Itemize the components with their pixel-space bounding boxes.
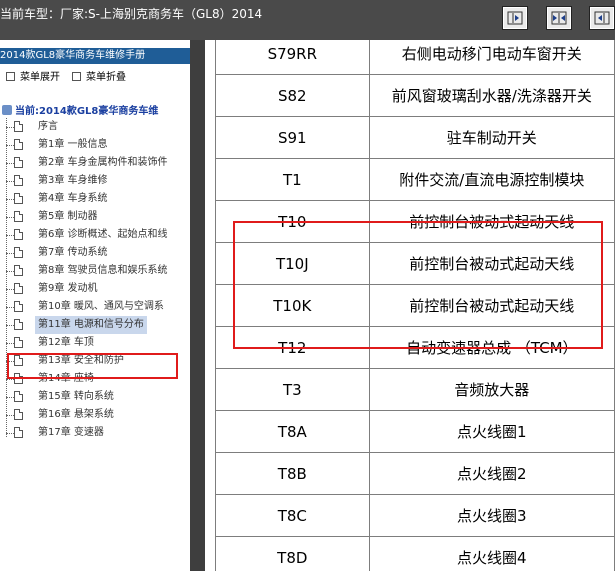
component-description: 点火线圈1 <box>368 410 615 453</box>
tree-item-label: 第11章 电源和信号分布 <box>35 316 147 334</box>
document-icon <box>14 121 23 132</box>
pane-splitter[interactable] <box>190 40 205 571</box>
tree-item-label: 第5章 制动器 <box>38 211 98 222</box>
tree-item-label: 第6章 诊断概述、起始点和线 <box>38 229 168 240</box>
tree-item-label: 第8章 驾驶员信息和娱乐系统 <box>38 265 168 276</box>
tree-item-chapter-4[interactable]: 第4章 车身系统 <box>6 190 190 208</box>
component-description: 点火线圈2 <box>368 452 615 495</box>
tree-item-chapter-10[interactable]: 第10章 暖风、通风与空调系 <box>6 298 190 316</box>
tree-item-preface[interactable]: 序言 <box>6 118 190 136</box>
document-icon <box>14 409 23 420</box>
tree-item-label: 第17章 变速器 <box>38 427 104 438</box>
tree-item-label: 第7章 传动系统 <box>38 247 108 258</box>
tree-item-label: 第4章 车身系统 <box>38 193 108 204</box>
component-code: T1 <box>215 158 370 201</box>
component-code: S79RR <box>215 40 370 75</box>
tree-item-chapter-5[interactable]: 第5章 制动器 <box>6 208 190 226</box>
tree-item-label: 第12章 车顶 <box>38 337 94 348</box>
tree-item-chapter-2[interactable]: 第2章 车身金属构件和装饰件 <box>6 154 190 172</box>
tree-item-label: 序言 <box>38 121 58 132</box>
tree-item-chapter-12[interactable]: 第12章 车顶 <box>6 334 190 352</box>
tree-item-chapter-3[interactable]: 第3章 车身维修 <box>6 172 190 190</box>
table-row: T8D 点火线圈4 <box>215 536 615 571</box>
document-icon <box>14 175 23 186</box>
tree-item-chapter-1[interactable]: 第1章 一般信息 <box>6 136 190 154</box>
component-table-pane: S79RR 右侧电动移门电动车窗开关 S82 前风窗玻璃刮水器/洗涤器开关 S9… <box>205 40 615 571</box>
expand-icon <box>6 72 15 81</box>
window-title: 当前车型：厂家:S-上海别克商务车（GL8）2014 <box>0 7 263 21</box>
document-icon <box>14 319 23 330</box>
component-description: 音频放大器 <box>368 368 615 411</box>
component-description: 前风窗玻璃刮水器/洗涤器开关 <box>368 74 615 117</box>
book-icon <box>2 105 12 115</box>
tree-item-chapter-17[interactable]: 第17章 变速器 <box>6 424 190 442</box>
tree-item-chapter-8[interactable]: 第8章 驾驶员信息和娱乐系统 <box>6 262 190 280</box>
table-row: S91 驻车制动开关 <box>215 116 615 159</box>
expand-menu-button[interactable]: 菜单展开 <box>6 68 60 83</box>
component-code: S82 <box>215 74 370 117</box>
document-icon <box>14 229 23 240</box>
tree-item-label: 第9章 发动机 <box>38 283 98 294</box>
title-bar: 当前车型：厂家:S-上海别克商务车（GL8）2014 <box>0 0 615 40</box>
document-icon <box>14 391 23 402</box>
table-row: T3 音频放大器 <box>215 368 615 411</box>
center-split-button[interactable] <box>546 6 572 30</box>
expand-right-button[interactable] <box>589 6 615 30</box>
document-icon <box>14 427 23 438</box>
tree-item-label: 第2章 车身金属构件和装饰件 <box>38 157 168 168</box>
expand-right-icon <box>594 11 610 25</box>
component-code: T8A <box>215 410 370 453</box>
tree-item-label: 第15章 转向系统 <box>38 391 114 402</box>
collapse-icon <box>72 72 81 81</box>
center-split-icon <box>551 11 567 25</box>
document-icon <box>14 337 23 348</box>
component-code: T8C <box>215 494 370 537</box>
tree-item-chapter-7[interactable]: 第7章 传动系统 <box>6 244 190 262</box>
tree-item-label: 第3章 车身维修 <box>38 175 108 186</box>
collapse-left-icon <box>507 11 523 25</box>
tree-item-label: 第16章 悬架系统 <box>38 409 114 420</box>
document-icon <box>14 193 23 204</box>
component-code: T8D <box>215 536 370 571</box>
table-row: T8C 点火线圈3 <box>215 494 615 537</box>
document-icon <box>14 157 23 168</box>
tree-item-label: 第1章 一般信息 <box>38 139 108 150</box>
collapse-left-button[interactable] <box>502 6 528 30</box>
tree-item-label: 第10章 暖风、通风与空调系 <box>38 301 164 312</box>
tree-item-chapter-11[interactable]: 第11章 电源和信号分布 <box>6 316 190 334</box>
table-row: T1 附件交流/直流电源控制模块 <box>215 158 615 201</box>
tree-root[interactable]: 当前:2014款GL8豪华商务车维 <box>0 102 159 117</box>
document-icon <box>14 283 23 294</box>
document-icon <box>14 301 23 312</box>
tree-item-chapter-6[interactable]: 第6章 诊断概述、起始点和线 <box>6 226 190 244</box>
component-description: 附件交流/直流电源控制模块 <box>368 158 615 201</box>
tree-item-chapter-15[interactable]: 第15章 转向系统 <box>6 388 190 406</box>
document-icon <box>14 247 23 258</box>
component-description: 点火线圈4 <box>368 536 615 571</box>
highlight-box-chapter <box>7 353 178 379</box>
table-row: T8A 点火线圈1 <box>215 410 615 453</box>
component-code: T8B <box>215 452 370 495</box>
component-description: 点火线圈3 <box>368 494 615 537</box>
collapse-menu-button[interactable]: 菜单折叠 <box>72 68 126 83</box>
document-icon <box>14 139 23 150</box>
tree-item-chapter-16[interactable]: 第16章 悬架系统 <box>6 406 190 424</box>
table-row: S79RR 右侧电动移门电动车窗开关 <box>215 40 615 75</box>
collapse-menu-label: 菜单折叠 <box>86 72 126 83</box>
component-description: 右侧电动移门电动车窗开关 <box>368 40 615 75</box>
document-icon <box>14 211 23 222</box>
highlight-box-antenna-rows <box>233 221 603 349</box>
tree-root-label: 当前:2014款GL8豪华商务车维 <box>15 106 159 117</box>
component-description: 驻车制动开关 <box>368 116 615 159</box>
manual-tree-pane: 2014款GL8豪华商务车维修手册 菜单展开 菜单折叠 当前:2014款GL8豪… <box>0 40 190 571</box>
component-code: S91 <box>215 116 370 159</box>
expand-menu-label: 菜单展开 <box>20 72 60 83</box>
table-row: T8B 点火线圈2 <box>215 452 615 495</box>
component-code: T3 <box>215 368 370 411</box>
tree-item-chapter-9[interactable]: 第9章 发动机 <box>6 280 190 298</box>
manual-title: 2014款GL8豪华商务车维修手册 <box>0 48 190 64</box>
table-row: S82 前风窗玻璃刮水器/洗涤器开关 <box>215 74 615 117</box>
document-icon <box>14 265 23 276</box>
